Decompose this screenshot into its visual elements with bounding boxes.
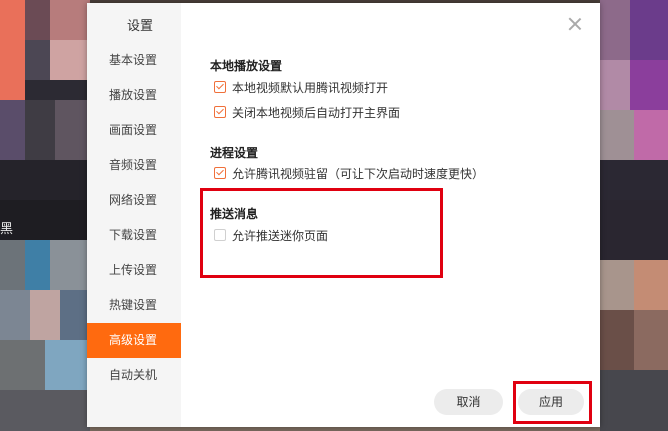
option-open-local-with-tencent[interactable]: 本地视频默认用腾讯视频打开: [214, 79, 388, 95]
sidebar-item-picture[interactable]: 画面设置: [87, 113, 181, 148]
section-title-local-playback: 本地播放设置: [210, 59, 283, 73]
checkbox-checked-icon[interactable]: [214, 167, 226, 179]
sidebar-item-auto-shutdown[interactable]: 自动关机: [87, 358, 181, 393]
sidebar-item-hotkeys[interactable]: 热键设置: [87, 288, 181, 323]
sidebar-item-network[interactable]: 网络设置: [87, 183, 181, 218]
sidebar-item-basic[interactable]: 基本设置: [87, 43, 181, 78]
settings-dialog: 设置 基本设置 播放设置 画面设置 音频设置 网络设置 下载设置 上传设置 热键…: [87, 3, 600, 427]
sidebar-item-advanced[interactable]: 高级设置: [87, 323, 181, 358]
option-open-main-after-close[interactable]: 关闭本地视频后自动打开主界面: [214, 104, 400, 120]
sidebar-item-playback[interactable]: 播放设置: [87, 78, 181, 113]
section-title-process: 进程设置: [210, 146, 259, 160]
option-label: 本地视频默认用腾讯视频打开: [232, 80, 389, 95]
dialog-title: 设置: [127, 19, 154, 34]
highlight-box-push: [200, 188, 443, 278]
cancel-button[interactable]: 取消: [434, 389, 503, 415]
option-label: 关闭本地视频后自动打开主界面: [232, 105, 401, 120]
sidebar-item-upload[interactable]: 上传设置: [87, 253, 181, 288]
option-allow-resident[interactable]: 允许腾讯视频驻留（可让下次启动时速度更快）: [214, 165, 484, 181]
settings-sidebar: 设置 基本设置 播放设置 画面设置 音频设置 网络设置 下载设置 上传设置 热键…: [87, 3, 181, 427]
sidebar-item-download[interactable]: 下载设置: [87, 218, 181, 253]
option-label: 允许腾讯视频驻留（可让下次启动时速度更快）: [232, 166, 485, 181]
close-icon[interactable]: [568, 17, 582, 31]
sidebar-item-audio[interactable]: 音频设置: [87, 148, 181, 183]
checkbox-checked-icon[interactable]: [214, 81, 226, 93]
apply-button[interactable]: 应用: [518, 389, 584, 415]
background-label: 黑: [0, 222, 14, 237]
checkbox-checked-icon[interactable]: [214, 106, 226, 118]
